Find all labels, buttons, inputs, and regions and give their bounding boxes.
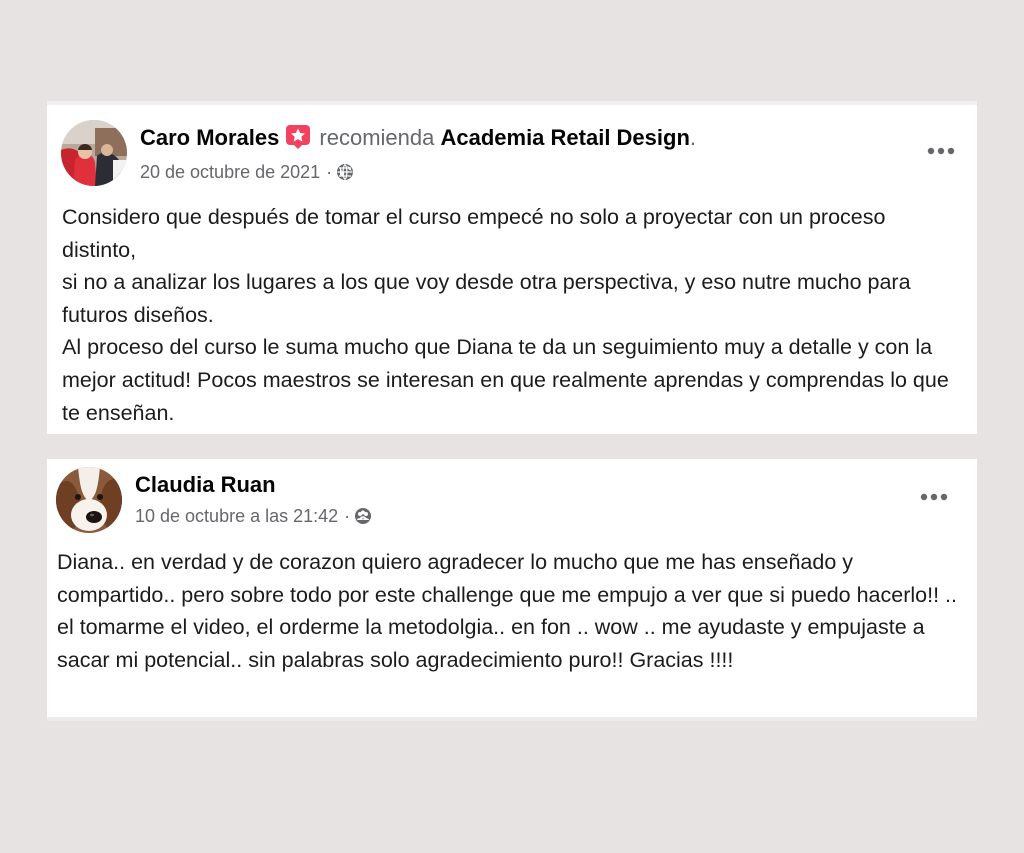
more-options-button[interactable] (914, 485, 954, 509)
post-meta: 10 de octubre a las 21:42 · (135, 504, 372, 528)
meta-separator: · (344, 506, 351, 526)
author-name[interactable]: Claudia Ruan (135, 472, 276, 497)
page-name-link[interactable]: Academia Retail Design (440, 125, 689, 150)
globe-icon[interactable] (336, 163, 354, 181)
avatar-photo (56, 467, 122, 533)
recommend-star-icon (285, 124, 311, 150)
post-paragraph: si no a analizar los lugares a los que v… (62, 270, 911, 327)
post-paragraph: Considero que después de tomar el curso … (62, 205, 886, 262)
post-paragraph: Al proceso del curso le suma mucho que D… (62, 335, 949, 425)
post-body: Considero que después de tomar el curso … (62, 201, 962, 429)
post-header: Caro Morales recomienda Academia Retail D… (140, 124, 696, 152)
more-options-button[interactable] (921, 139, 961, 163)
author-name[interactable]: Caro Morales (140, 125, 279, 150)
meta-separator: · (326, 162, 333, 182)
avatar-photo (61, 120, 127, 186)
avatar[interactable] (61, 120, 127, 186)
post-card: Caro Morales recomienda Academia Retail D… (47, 101, 977, 434)
post-timestamp[interactable]: 10 de octubre a las 21:42 (135, 506, 338, 526)
avatar[interactable] (56, 467, 122, 533)
header-period: . (689, 125, 697, 150)
post-timestamp[interactable]: 20 de octubre de 2021 (140, 162, 320, 182)
post-paragraph: Diana.. en verdad y de corazon quiero ag… (57, 550, 957, 672)
friends-icon[interactable] (354, 507, 372, 525)
post-body: Diana.. en verdad y de corazon quiero ag… (57, 546, 972, 676)
recommend-verb: recomienda (319, 125, 435, 150)
more-options-icon (920, 493, 948, 501)
post-meta: 20 de octubre de 2021 · (140, 160, 354, 184)
post-card: Claudia Ruan 10 de octubre a las 21:42 · … (47, 459, 977, 721)
post-header: Claudia Ruan (135, 471, 276, 499)
more-options-icon (927, 147, 955, 155)
